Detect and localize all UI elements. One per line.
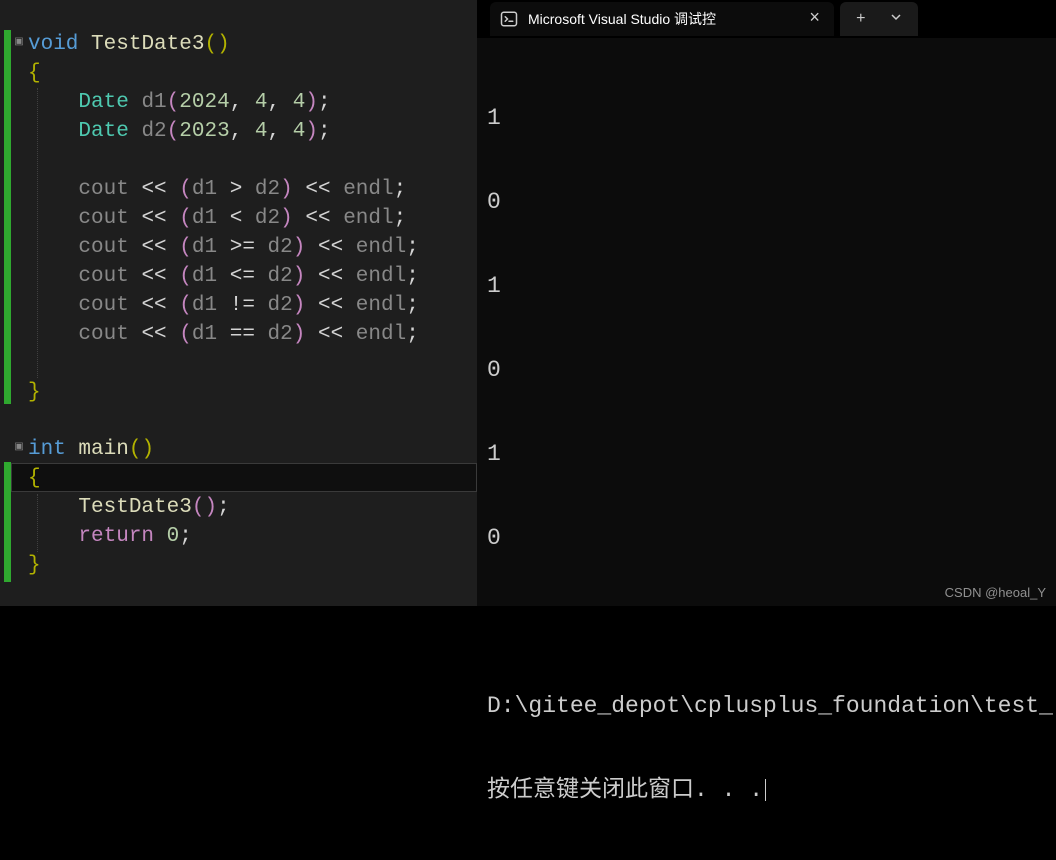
path-line: D:\gitee_depot\cplusplus_foundation\test… [487, 692, 1056, 720]
paren: ( [167, 120, 180, 143]
number: 4 [293, 120, 306, 143]
new-tab-button[interactable]: + [844, 6, 878, 32]
paren: ) [217, 33, 230, 56]
keyword: int [28, 438, 66, 461]
watermark: CSDN @heoal_Y [945, 585, 1046, 600]
code-editor[interactable]: ▣ ▣ void TestDate3() { Date d1(2024, 4, … [0, 0, 477, 606]
number: 4 [255, 120, 268, 143]
function-call: TestDate3 [78, 496, 191, 519]
paren: ) [305, 120, 318, 143]
number: 0 [167, 525, 180, 548]
cout: cout [78, 265, 128, 288]
tab-bar: Microsoft Visual Studio 调试控 × + [477, 0, 1056, 38]
output-line: 1 [487, 272, 1056, 300]
paren: ( [167, 91, 180, 114]
number: 2024 [179, 91, 229, 114]
output-line: 0 [487, 356, 1056, 384]
function-name: main [78, 438, 128, 461]
tab-title: Microsoft Visual Studio 调试控 [528, 9, 797, 29]
brace: } [28, 554, 41, 577]
variable: d2 [141, 120, 166, 143]
output-line: 1 [487, 104, 1056, 132]
type: Date [78, 91, 128, 114]
brace: { [28, 62, 41, 85]
paren: ) [305, 91, 318, 114]
number: 2023 [179, 120, 229, 143]
type: Date [78, 120, 128, 143]
keyword: return [78, 525, 154, 548]
brace: { [28, 467, 41, 490]
paren: ) [204, 496, 217, 519]
cout: cout [78, 207, 128, 230]
number: 4 [293, 91, 306, 114]
paren: ( [204, 33, 217, 56]
cursor [765, 779, 766, 801]
variable: d1 [141, 91, 166, 114]
tab-spacer [477, 0, 490, 38]
function-name: TestDate3 [91, 33, 204, 56]
terminal-icon [500, 10, 518, 28]
paren: ) [141, 438, 154, 461]
close-icon[interactable]: × [805, 9, 824, 29]
terminal-window: Microsoft Visual Studio 调试控 × + 1 0 1 0 … [477, 0, 1056, 606]
cout: cout [78, 323, 128, 346]
paren: ( [129, 438, 142, 461]
tab-actions: + [840, 2, 918, 36]
brace: } [28, 381, 41, 404]
output-line: 0 [487, 188, 1056, 216]
number: 4 [255, 91, 268, 114]
output-line: 1 [487, 440, 1056, 468]
terminal-output[interactable]: 1 0 1 0 1 0 D:\gitee_depot\cplusplus_fou… [487, 48, 1056, 860]
cout: cout [78, 236, 128, 259]
cout: cout [78, 178, 128, 201]
keyword: void [28, 33, 78, 56]
terminal-tab[interactable]: Microsoft Visual Studio 调试控 × [490, 2, 834, 36]
code-text[interactable]: void TestDate3() { Date d1(2024, 4, 4); … [0, 0, 477, 606]
output-line: 0 [487, 524, 1056, 552]
cout: cout [78, 294, 128, 317]
prompt-line: 按任意键关闭此窗口. . . [487, 776, 1056, 804]
dropdown-icon[interactable] [878, 7, 914, 31]
paren: ( [192, 496, 205, 519]
